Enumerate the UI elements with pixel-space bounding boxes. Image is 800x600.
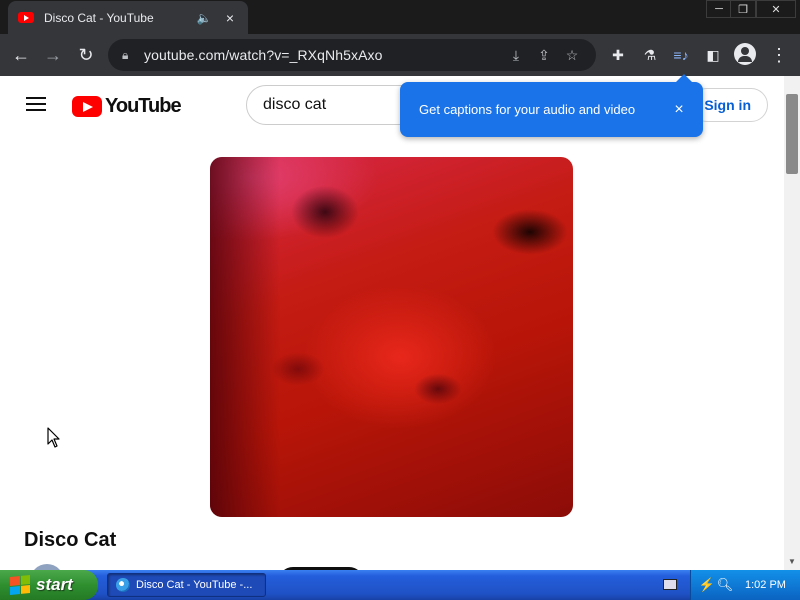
scroll-down-arrow-icon[interactable]: ▼ bbox=[788, 557, 796, 566]
video-player[interactable] bbox=[210, 157, 573, 517]
kebab-menu-icon[interactable]: ⋮ bbox=[766, 42, 792, 68]
back-button[interactable]: ← bbox=[8, 42, 34, 68]
search-input[interactable]: disco cat bbox=[246, 85, 416, 125]
page-scrollbar[interactable]: ▼ bbox=[784, 76, 800, 570]
bubble-close-button[interactable]: × bbox=[669, 101, 689, 119]
taskbar-item-label: Disco Cat - YouTube -... bbox=[136, 579, 253, 591]
address-bar[interactable]: 🔒︎ youtube.com/watch?v=_RXqNh5xAxo ⤓ ⇪ ☆ bbox=[108, 39, 596, 71]
bookmark-star-icon[interactable]: ☆ bbox=[558, 43, 586, 67]
window-restore-button[interactable]: ❐ bbox=[730, 0, 756, 18]
system-tray: ⚡ 🔍︎ 1:02 PM bbox=[690, 570, 800, 600]
keyboard-layout-icon[interactable] bbox=[663, 579, 677, 590]
start-button[interactable]: start bbox=[0, 570, 98, 600]
extensions-icon[interactable]: ✚ bbox=[605, 42, 631, 68]
tab-strip: Disco Cat - YouTube 🔈 × ─ ❐ ✕ bbox=[0, 0, 800, 34]
captions-promo-bubble: Get captions for your audio and video × bbox=[400, 74, 703, 137]
labs-flask-icon[interactable]: ⚗ bbox=[637, 42, 663, 68]
mouse-cursor-icon bbox=[47, 427, 60, 448]
profile-icon[interactable] bbox=[734, 43, 756, 65]
clock: 1:02 PM bbox=[745, 579, 786, 591]
start-label: start bbox=[36, 575, 73, 594]
taskbar-item-chrome[interactable]: Disco Cat - YouTube -... bbox=[107, 573, 266, 597]
install-icon[interactable]: ⤓ bbox=[502, 43, 530, 67]
window-close-button[interactable]: ✕ bbox=[756, 0, 796, 18]
video-title: Disco Cat bbox=[24, 529, 117, 551]
chrome-icon bbox=[116, 578, 130, 592]
reload-button[interactable]: ↻ bbox=[73, 42, 99, 68]
forward-button[interactable]: → bbox=[40, 42, 66, 68]
youtube-icon bbox=[18, 12, 34, 23]
taskbar: start Disco Cat - YouTube -... ⚡ 🔍︎ 1:02… bbox=[0, 570, 800, 600]
network-icon[interactable]: ⚡ bbox=[699, 577, 715, 593]
windows-flag-icon bbox=[10, 574, 30, 596]
captions-promo-text: Get captions for your audio and video bbox=[419, 102, 636, 117]
screen: Disco Cat - YouTube 🔈 × ─ ❐ ✕ ← → ↻ 🔒︎ y… bbox=[0, 0, 800, 600]
tab-title: Disco Cat - YouTube bbox=[44, 10, 154, 25]
url-text[interactable]: youtube.com/watch?v=_RXqNh5xAxo bbox=[144, 47, 502, 63]
tab-close-button[interactable]: × bbox=[222, 10, 238, 26]
side-panel-icon[interactable]: ◧ bbox=[700, 42, 726, 68]
youtube-play-icon bbox=[72, 96, 102, 117]
scroll-thumb[interactable] bbox=[786, 94, 798, 174]
window-minimize-button[interactable]: ─ bbox=[706, 0, 732, 18]
search-tray-icon[interactable]: 🔍︎ bbox=[717, 577, 734, 593]
share-icon[interactable]: ⇪ bbox=[530, 43, 558, 67]
speaker-icon[interactable]: 🔈 bbox=[196, 10, 212, 26]
browser-toolbar: ← → ↻ 🔒︎ youtube.com/watch?v=_RXqNh5xAxo… bbox=[0, 34, 800, 76]
youtube-logo[interactable]: YouTube bbox=[72, 95, 182, 118]
lock-icon[interactable]: 🔒︎ bbox=[122, 48, 136, 63]
hamburger-menu-icon[interactable] bbox=[26, 97, 46, 111]
youtube-wordmark: YouTube bbox=[105, 95, 182, 117]
youtube-page: YouTube disco cat Sign in Disco Cat bbox=[0, 76, 784, 570]
reading-list-icon[interactable]: ≡♪ bbox=[668, 42, 694, 68]
browser-tab[interactable]: Disco Cat - YouTube 🔈 × bbox=[8, 1, 248, 34]
video-frame bbox=[210, 157, 280, 517]
search-query: disco cat bbox=[263, 96, 327, 113]
